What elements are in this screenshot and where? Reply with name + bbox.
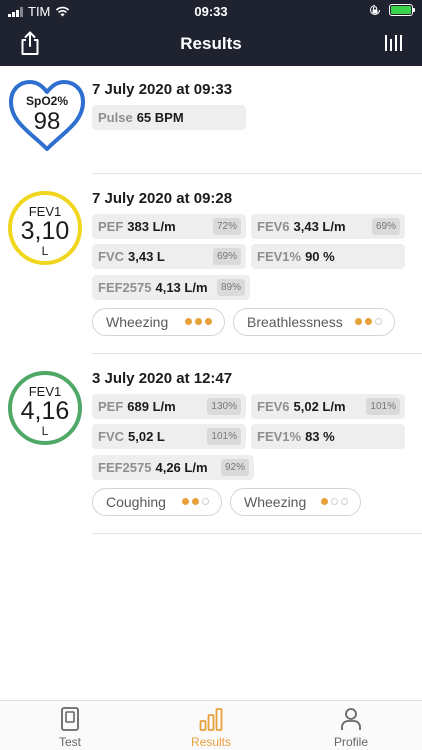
severity-dots xyxy=(355,318,382,325)
result-datetime: 3 July 2020 at 12:47 xyxy=(92,370,233,387)
status-time: 09:33 xyxy=(194,4,228,19)
metric-pulse: Pulse 65 BPM xyxy=(92,105,246,130)
severity-dots xyxy=(182,498,209,505)
fev1-unit: L xyxy=(41,424,49,438)
metric-percent: 92% xyxy=(220,459,249,476)
person-icon xyxy=(341,708,361,730)
metric-percent: 69% xyxy=(371,218,400,235)
metric-percent: 101% xyxy=(207,428,241,445)
orientation-lock-icon xyxy=(370,5,380,15)
fev1-badge: FEV1 3,10 L xyxy=(8,191,82,265)
result-card-spo2[interactable]: SpO2% 98 7 July 2020 at 09:33 Pulse 65 BP… xyxy=(0,66,422,174)
metric-fef2575: FEF2575 4,13 L/m 89% xyxy=(92,275,250,300)
fev1-badge: FEV1 4,16 L xyxy=(8,371,82,445)
device-icon xyxy=(61,707,79,731)
metric-fev1-percent: FEV1% 83 % xyxy=(251,424,405,449)
result-datetime: 7 July 2020 at 09:28 xyxy=(92,190,233,207)
metric-fev6: FEV6 5,02 L/m 101% xyxy=(251,394,405,419)
chart-bars-icon xyxy=(199,708,223,731)
severity-dots xyxy=(321,498,348,505)
symptom-wheezing[interactable]: Wheezing xyxy=(230,488,361,516)
heart-icon xyxy=(9,80,85,151)
top-bar: TIM 09:33 Results xyxy=(0,0,422,66)
fev1-unit: L xyxy=(41,244,49,258)
metric-fef2575: FEF2575 4,26 L/m 92% xyxy=(92,455,254,480)
metric-percent: 72% xyxy=(212,218,241,235)
fev1-value: 4,16 xyxy=(20,397,70,425)
metric-percent: 130% xyxy=(207,398,241,415)
metric-fvc: FVC 5,02 L 101% xyxy=(92,424,246,449)
tab-bar: Test Results Profile xyxy=(0,700,422,750)
page-title: Results xyxy=(180,34,242,53)
metric-pef: PEF 689 L/m 130% xyxy=(92,394,246,419)
fev1-value: 3,10 xyxy=(20,217,70,245)
metric-percent: 69% xyxy=(212,248,241,265)
tab-profile[interactable]: Profile xyxy=(301,707,401,749)
tab-test-label: Test xyxy=(58,735,81,749)
battery-icon xyxy=(389,4,415,16)
result-card-fev1[interactable]: FEV1 3,10 L 7 July 2020 at 09:28 PEF 383 … xyxy=(0,174,422,354)
severity-dots xyxy=(185,318,212,325)
barcode-filter-icon[interactable] xyxy=(384,33,404,53)
result-datetime: 7 July 2020 at 09:33 xyxy=(92,81,233,98)
tab-test[interactable]: Test xyxy=(20,707,120,749)
status-right xyxy=(369,4,415,16)
symptom-breathlessness[interactable]: Breathlessness xyxy=(233,308,395,336)
symptom-wheezing[interactable]: Wheezing xyxy=(92,308,225,336)
result-divider xyxy=(92,533,422,534)
tab-results-label: Results xyxy=(190,735,231,749)
metric-pef: PEF 383 L/m 72% xyxy=(92,214,246,239)
metric-fvc: FVC 3,43 L 69% xyxy=(92,244,246,269)
tab-profile-label: Profile xyxy=(333,735,368,749)
metric-percent: 89% xyxy=(216,279,245,296)
metric-fev6: FEV6 3,43 L/m 69% xyxy=(251,214,405,239)
metric-percent: 101% xyxy=(366,398,400,415)
metric-fev1-percent: FEV1% 90 % xyxy=(251,244,405,269)
tab-results[interactable]: Results xyxy=(161,707,261,749)
status-bar: TIM 09:33 xyxy=(0,0,422,22)
result-card-fev1[interactable]: FEV1 4,16 L 3 July 2020 at 12:47 PEF 689 … xyxy=(0,354,422,534)
symptom-coughing[interactable]: Coughing xyxy=(92,488,222,516)
